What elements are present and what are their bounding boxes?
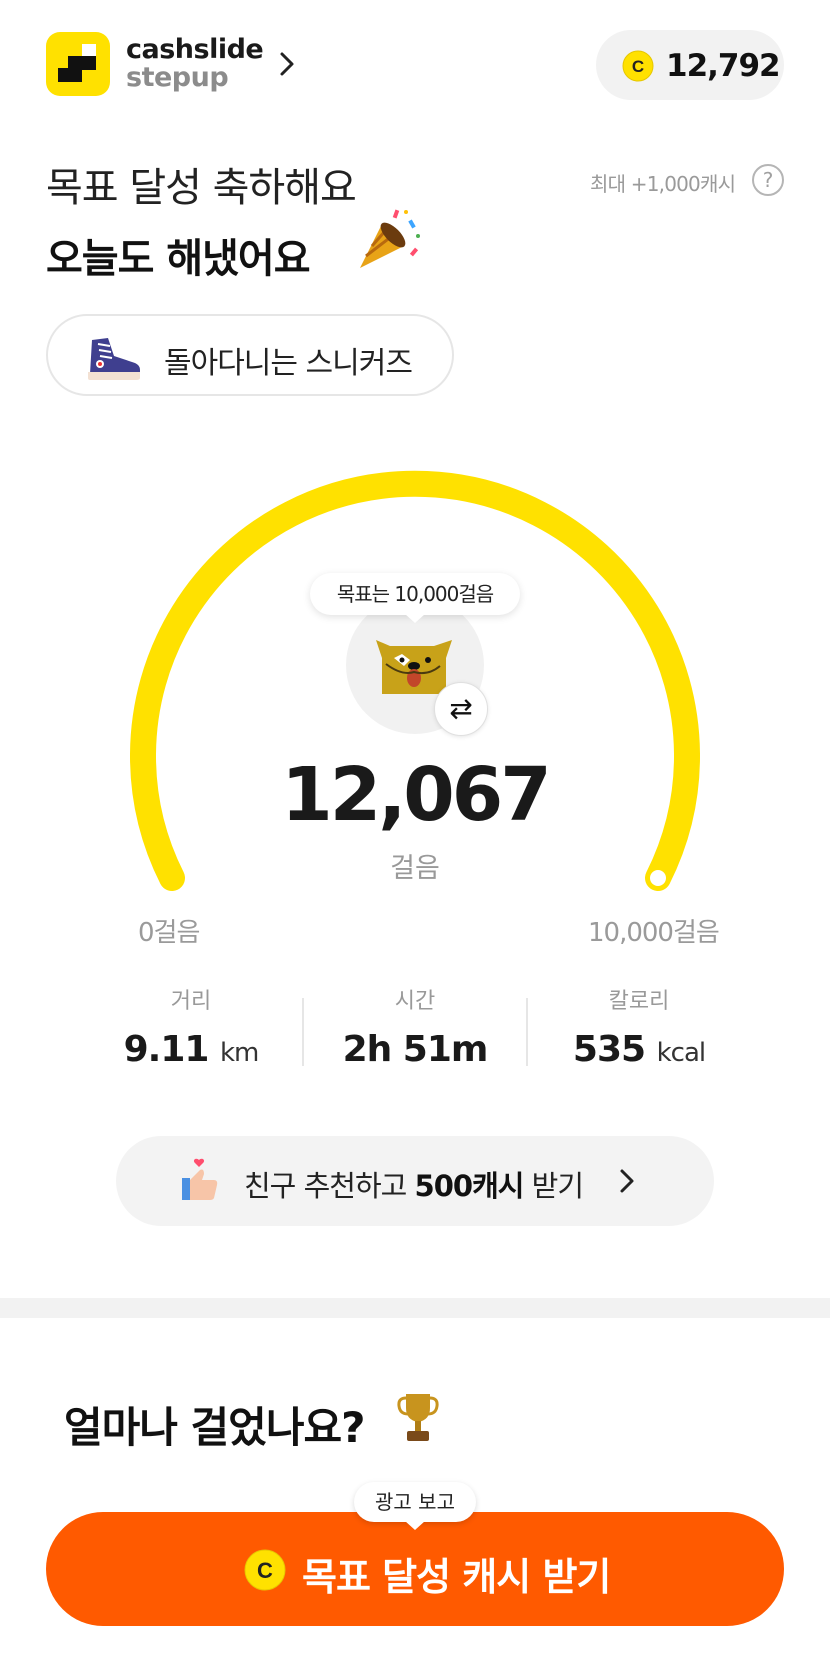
stat-time-label: 시간: [394, 989, 436, 1014]
stat-distance: 거리 9.11 km: [76, 983, 306, 1070]
stat-distance-value: 9.11: [123, 1029, 210, 1070]
stat-time: 시간 2h 51m: [300, 983, 530, 1070]
stat-time-value: 2h 51m: [342, 1029, 489, 1070]
stat-calories-unit: kcal: [656, 1038, 707, 1068]
watch-ad-tooltip: 광고 보고: [354, 1482, 476, 1530]
how-far-walked-title: 얼마나 걸었나요?: [64, 1403, 365, 1452]
coin-icon: C: [244, 1549, 286, 1595]
chevron-right-icon: [618, 1167, 636, 1199]
svg-text:C: C: [257, 1558, 273, 1583]
step-count: 12,067: [281, 752, 552, 838]
referral-text: 친구 추천하고 500캐시 받기: [244, 1169, 584, 1203]
referral-banner-button[interactable]: 친구 추천하고 500캐시 받기: [116, 1136, 714, 1226]
stat-calories-value: 535: [572, 1029, 646, 1070]
stat-calories-label: 칼로리: [608, 989, 670, 1014]
goal-tooltip: 목표는 10,000걸음: [310, 573, 520, 623]
section-separator: [0, 1298, 830, 1318]
stat-distance-unit: km: [219, 1038, 259, 1068]
stat-distance-label: 거리: [170, 989, 212, 1014]
stat-calories: 칼로리 535 kcal: [524, 983, 754, 1070]
claim-button-label: 목표 달성 캐시 받기: [302, 1555, 611, 1599]
gauge-max-label: 10,000걸음: [588, 918, 720, 948]
trophy-icon: [396, 1390, 440, 1448]
gauge-min-label: 0걸음: [138, 918, 200, 948]
thumbs-up-icon: [176, 1158, 220, 1208]
swap-icon[interactable]: ⇄: [434, 682, 488, 736]
step-unit: 걸음: [390, 853, 440, 884]
